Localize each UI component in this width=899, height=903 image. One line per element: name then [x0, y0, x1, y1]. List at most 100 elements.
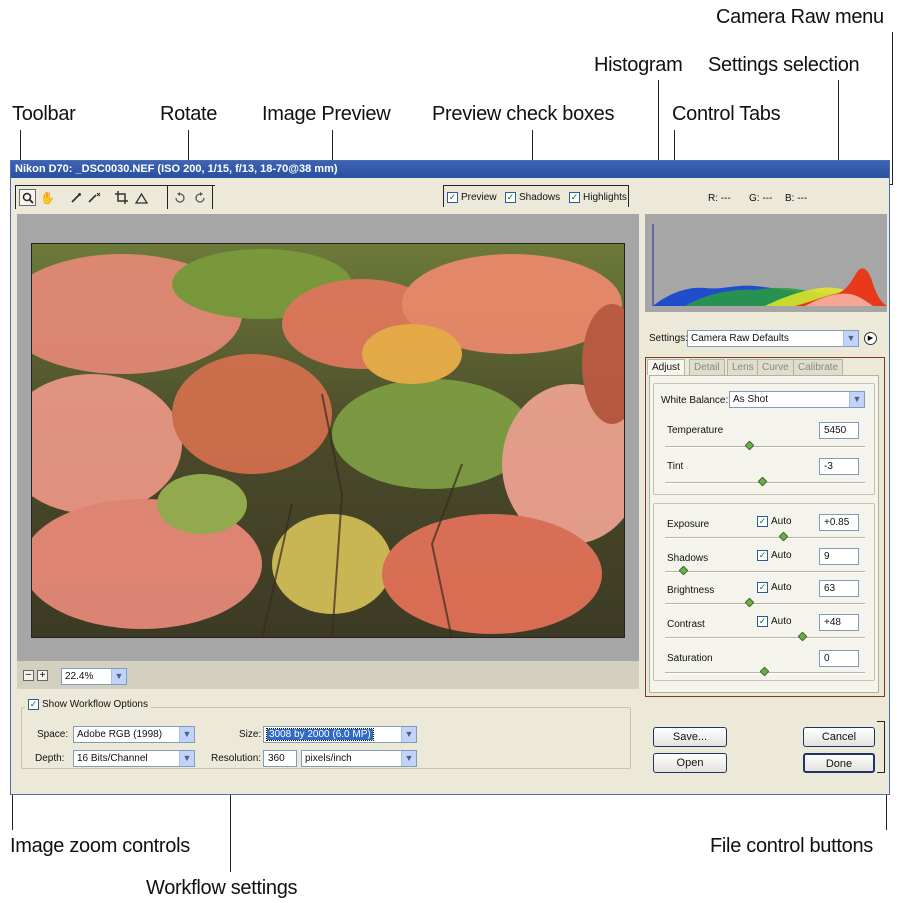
check-icon: ✓	[757, 582, 768, 593]
rotate-ccw-icon	[174, 191, 185, 203]
settings-select[interactable]: Camera Raw Defaults ▼	[687, 330, 859, 347]
open-button[interactable]: Open	[653, 753, 727, 773]
white-balance-tool-button[interactable]	[67, 189, 84, 206]
tint-slider[interactable]	[665, 476, 865, 487]
settings-label: Settings:	[649, 333, 688, 344]
cancel-button[interactable]: Cancel	[803, 727, 875, 747]
callout-image-zoom-controls: Image zoom controls	[10, 835, 190, 857]
depth-label: Depth:	[35, 753, 65, 764]
check-icon: ✓	[447, 192, 458, 203]
camera-raw-menu-button[interactable]: ▶	[864, 332, 877, 345]
chevron-down-icon: ▼	[179, 751, 194, 766]
minus-icon: –	[25, 669, 32, 680]
rotate-cw-icon	[194, 191, 205, 203]
save-button[interactable]: Save...	[653, 727, 727, 747]
callout-workflow-settings: Workflow settings	[146, 877, 298, 899]
temperature-slider[interactable]	[665, 440, 865, 451]
temperature-input[interactable]: 5450	[819, 422, 859, 439]
tab-curve[interactable]: Curve	[757, 359, 794, 375]
callout-histogram: Histogram	[594, 54, 683, 76]
depth-select[interactable]: 16 Bits/Channel ▼	[73, 750, 195, 767]
hand-tool-button[interactable]: ✋	[39, 189, 56, 206]
contrast-input[interactable]: +48	[819, 614, 859, 631]
straighten-icon	[135, 192, 148, 204]
exposure-slider[interactable]	[665, 531, 865, 542]
auto-label: Auto	[771, 616, 792, 627]
tab-adjust[interactable]: Adjust	[647, 359, 685, 375]
brightness-auto-checkbox[interactable]: ✓ Auto	[757, 582, 792, 593]
contrast-label: Contrast	[667, 619, 705, 630]
chevron-down-icon: ▼	[111, 669, 126, 684]
zoom-in-button[interactable]: +	[37, 670, 48, 681]
brightness-slider[interactable]	[665, 597, 865, 608]
size-value: 3008 by 2000 (6.0 MP)	[266, 728, 374, 741]
contrast-auto-checkbox[interactable]: ✓ Auto	[757, 616, 792, 627]
saturation-slider[interactable]	[665, 666, 865, 677]
highlights-checkbox-label: Highlights	[583, 192, 627, 203]
shadows-checkbox[interactable]: ✓ Shadows	[505, 192, 560, 203]
auto-label: Auto	[771, 516, 792, 527]
rgb-readout-g: G: ---	[749, 193, 773, 204]
check-icon: ✓	[757, 516, 768, 527]
callout-image-preview: Image Preview	[262, 103, 391, 125]
tint-input[interactable]: -3	[819, 458, 859, 475]
show-workflow-label: Show Workflow Options	[42, 699, 148, 710]
size-label: Size:	[239, 729, 262, 740]
callout-file-control-buttons: File control buttons	[710, 835, 873, 857]
crop-icon	[115, 191, 128, 204]
saturation-input[interactable]: 0	[819, 650, 859, 667]
callout-control-tabs: Control Tabs	[672, 103, 781, 125]
exposure-label: Exposure	[667, 519, 710, 530]
shadows-input[interactable]: 9	[819, 548, 859, 565]
camera-raw-window: Nikon D70: _DSC0030.NEF (ISO 200, 1/15, …	[10, 160, 890, 795]
settings-value: Camera Raw Defaults	[691, 333, 789, 344]
window-title: Nikon D70: _DSC0030.NEF (ISO 200, 1/15, …	[11, 161, 889, 178]
tab-calibrate[interactable]: Calibrate	[793, 359, 844, 375]
eyedropper-icon	[70, 192, 81, 203]
resolution-unit-value: pixels/inch	[305, 753, 352, 764]
rotate-left-button[interactable]	[171, 189, 188, 206]
show-workflow-checkbox[interactable]: ✓ Show Workflow Options	[25, 699, 151, 710]
space-select[interactable]: Adobe RGB (1998) ▼	[73, 726, 195, 743]
zoom-level-value: 22.4%	[65, 671, 94, 682]
leader-line	[892, 32, 893, 184]
image-preview[interactable]	[31, 243, 625, 638]
shadows-checkbox-label: Shadows	[519, 192, 561, 203]
contrast-slider[interactable]	[665, 631, 865, 642]
crop-tool-button[interactable]	[113, 189, 130, 206]
chevron-down-icon: ▼	[401, 751, 416, 766]
resolution-unit-select[interactable]: pixels/inch ▼	[301, 750, 417, 767]
auto-label: Auto	[771, 550, 792, 561]
preview-checkbox-label: Preview	[461, 192, 497, 203]
resolution-label: Resolution:	[211, 753, 262, 764]
zoom-tool-button[interactable]	[19, 189, 36, 206]
brightness-input[interactable]: 63	[819, 580, 859, 597]
tab-lens[interactable]: Lens	[727, 359, 759, 375]
zoom-out-button[interactable]: –	[23, 670, 34, 681]
depth-value: 16 Bits/Channel	[77, 753, 148, 764]
preview-checkbox[interactable]: ✓ Preview	[447, 192, 497, 203]
check-icon: ✓	[757, 550, 768, 561]
tab-detail[interactable]: Detail	[689, 359, 725, 375]
histogram-graph	[652, 224, 887, 306]
chevron-down-icon: ▼	[401, 727, 416, 742]
chevron-down-icon: ▼	[179, 727, 194, 742]
shadows-slider[interactable]	[665, 565, 865, 576]
check-icon: ✓	[757, 616, 768, 627]
exposure-auto-checkbox[interactable]: ✓ Auto	[757, 516, 792, 527]
straighten-tool-button[interactable]	[133, 189, 150, 206]
resolution-input[interactable]: 360	[263, 750, 297, 767]
size-select[interactable]: 3008 by 2000 (6.0 MP) ▼	[263, 726, 417, 743]
white-balance-select[interactable]: As Shot ▼	[729, 391, 865, 408]
histogram	[645, 214, 887, 312]
rotate-right-button[interactable]	[191, 189, 208, 206]
shadows-auto-checkbox[interactable]: ✓ Auto	[757, 550, 792, 561]
chevron-down-icon: ▼	[843, 331, 858, 346]
done-button[interactable]: Done	[803, 753, 875, 773]
zoom-level-select[interactable]: 22.4% ▼	[61, 668, 127, 685]
rgb-readout-b: B: ---	[785, 193, 808, 204]
color-sampler-tool-button[interactable]	[85, 189, 102, 206]
highlights-checkbox[interactable]: ✓ Highlights	[569, 192, 627, 203]
exposure-input[interactable]: +0.85	[819, 514, 859, 531]
auto-label: Auto	[771, 582, 792, 593]
